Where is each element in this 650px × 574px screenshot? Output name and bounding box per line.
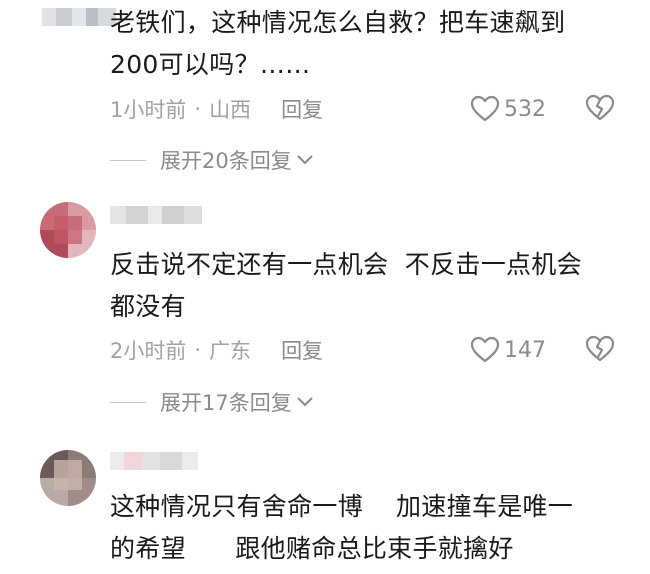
comment-text: 这种情况只有舍命一博 加速撞车是唯一 的希望 跟他赌命总比束手就擒好	[110, 492, 574, 563]
comment-item: 老铁们，这种情况怎么自救？把车速飙到 200可以吗？…… 1小时前 · 山西 回…	[0, 0, 650, 190]
reply-button[interactable]: 回复	[281, 335, 323, 365]
dislike-button[interactable]	[584, 335, 616, 365]
comment-location: 山西	[209, 98, 252, 122]
comment-text: 反击说不定还有一点机会 不反击一点机会 都没有	[110, 250, 582, 321]
comment-text: 老铁们，这种情况怎么自救？把车速飙到 200可以吗？……	[110, 8, 566, 79]
comment-location: 广东	[209, 339, 252, 363]
expand-divider-line	[110, 401, 146, 403]
like-button[interactable]: 147	[470, 335, 546, 365]
expand-replies-label: 展开20条回复	[160, 149, 292, 173]
comment-meta: 2小时前 · 广东 回复	[110, 335, 323, 365]
avatar[interactable]	[40, 450, 96, 506]
avatar[interactable]	[40, 202, 96, 258]
like-count: 147	[504, 337, 546, 363]
chevron-down-icon	[297, 397, 313, 407]
heart-outline-icon	[470, 95, 500, 122]
like-count: 532	[504, 96, 546, 122]
comment-time: 1小时前	[110, 98, 187, 122]
chevron-down-icon	[297, 155, 313, 165]
dislike-button[interactable]	[584, 94, 616, 124]
comment-author-name[interactable]	[110, 452, 198, 470]
meta-separator: ·	[194, 97, 202, 121]
expand-replies-label: 展开17条回复	[160, 391, 292, 415]
like-button[interactable]: 532	[470, 94, 546, 124]
meta-separator: ·	[194, 338, 202, 362]
heart-outline-icon	[470, 336, 500, 363]
expand-divider-line	[110, 159, 146, 161]
expand-replies-button[interactable]: 展开17条回复	[110, 387, 314, 417]
comment-author-name[interactable]	[42, 8, 116, 26]
broken-heart-icon	[585, 335, 615, 362]
broken-heart-icon	[585, 94, 615, 121]
comment-item: 反击说不定还有一点机会 不反击一点机会 都没有 2小时前 · 广东 回复 147…	[0, 190, 650, 430]
comment-meta: 1小时前 · 山西 回复	[110, 94, 323, 124]
comment-item: 这种情况只有舍命一博 加速撞车是唯一 的希望 跟他赌命总比束手就擒好	[0, 430, 650, 574]
comment-time: 2小时前	[110, 339, 187, 363]
reply-button[interactable]: 回复	[281, 94, 323, 124]
expand-replies-button[interactable]: 展开20条回复	[110, 145, 314, 175]
comment-author-name[interactable]	[110, 206, 202, 224]
